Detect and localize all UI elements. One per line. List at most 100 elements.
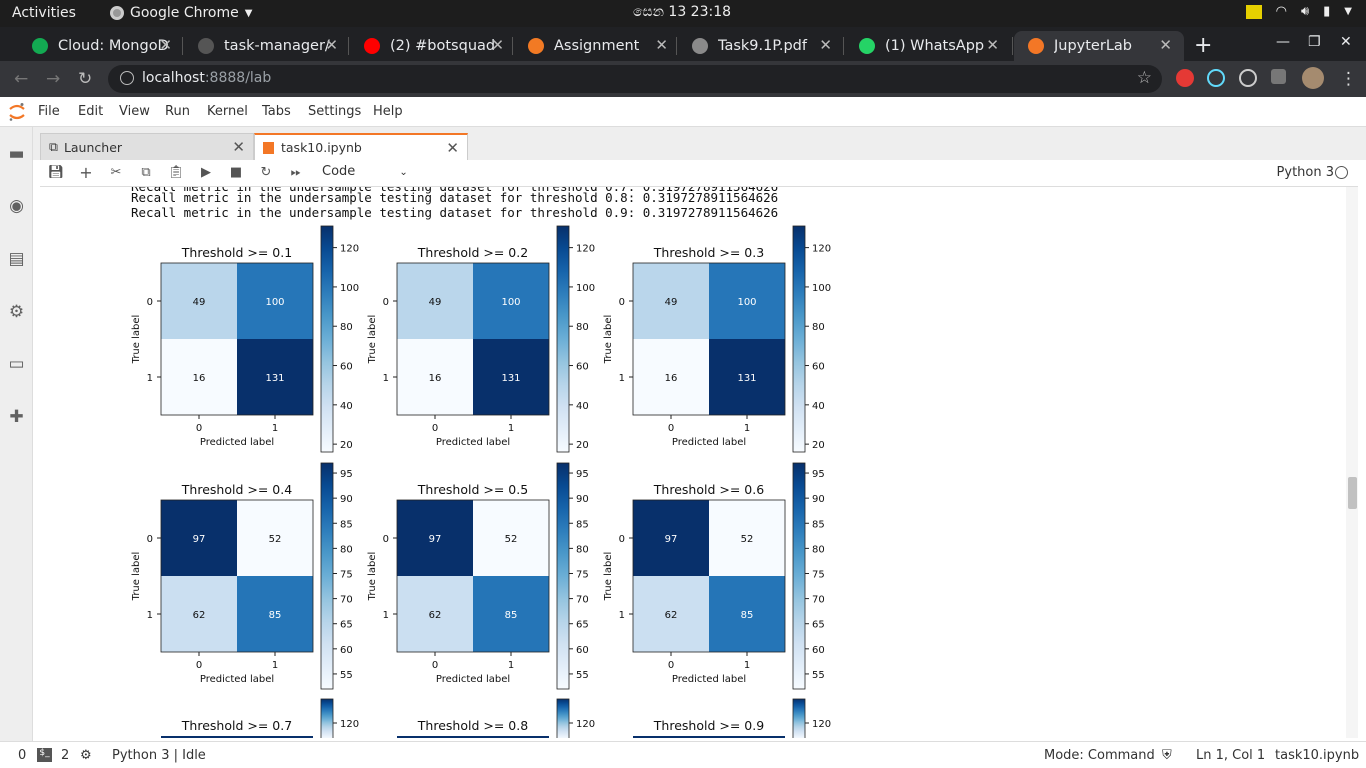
browser-tab[interactable]: Cloud: MongoD ✕ (18, 31, 184, 61)
menu-help[interactable]: Help (373, 104, 403, 119)
cell-value: 16 (193, 373, 206, 384)
close-tab-icon[interactable]: ✕ (325, 36, 338, 54)
cell-value: 131 (737, 373, 756, 384)
close-tab-icon[interactable]: ✕ (1159, 36, 1172, 54)
menu-file[interactable]: File (38, 104, 60, 119)
tab-favicon-icon (528, 38, 544, 54)
bookmark-star-icon[interactable]: ☆ (1137, 68, 1152, 88)
y-axis-label: True label (367, 552, 378, 602)
x-tick-label: 0 (196, 423, 202, 434)
colorbar-tick-label: 90 (576, 494, 589, 505)
menu-settings[interactable]: Settings (308, 104, 361, 119)
cursor-position[interactable]: Ln 1, Col 1 (1196, 748, 1265, 763)
menu-run[interactable]: Run (165, 104, 190, 119)
wifi-icon: ◠ (1275, 4, 1287, 19)
reload-button[interactable]: ↻ (78, 69, 92, 89)
settings-gear-icon[interactable]: ⚙ (7, 303, 26, 322)
menu-view[interactable]: View (119, 104, 150, 119)
colorbar-tick-label: 75 (576, 569, 589, 580)
close-window-button[interactable]: ✕ (1340, 34, 1352, 50)
run-icon[interactable]: ▶ (197, 164, 215, 182)
extension-manager-icon[interactable]: ✚ (7, 408, 26, 427)
profile-avatar[interactable] (1302, 67, 1324, 89)
colorbar-tick-label: 60 (812, 645, 825, 656)
chrome-menu-icon[interactable]: ⋮ (1340, 69, 1357, 89)
minimize-button[interactable]: — (1276, 34, 1290, 50)
run-all-icon[interactable]: ⏩︎ (287, 164, 305, 182)
menu-tabs[interactable]: Tabs (262, 104, 291, 119)
browser-tab[interactable]: Assignment ✕ (514, 31, 680, 61)
cell-value: 97 (429, 534, 442, 545)
mode-indicator[interactable]: Mode: Command (1044, 748, 1155, 763)
address-bar[interactable]: localhost:8888/lab ☆ (108, 65, 1162, 93)
paste-icon[interactable]: 📋︎ (167, 164, 185, 182)
browser-tab[interactable]: JupyterLab ✕ (1014, 31, 1184, 61)
browser-tab-label: Assignment (554, 38, 640, 54)
jupyter-document-tabs: ⧉ Launcher ✕ task10.ipynb ✕ (33, 127, 1366, 160)
plot-title: Threshold >= 0.3 (653, 245, 764, 260)
jupyter-left-sidebar: ▬ ◉ ▤ ⚙ ▭ ✚ (0, 127, 33, 741)
extension-record-icon[interactable] (1176, 69, 1194, 87)
colorbar-tick-label: 60 (576, 645, 589, 656)
close-tab-icon[interactable]: ✕ (986, 36, 999, 54)
y-axis-label: True label (367, 315, 378, 365)
clock[interactable]: සෙන 13 23:18 (633, 4, 731, 20)
extension-target-icon[interactable] (1239, 69, 1257, 87)
tab-favicon-icon (692, 38, 708, 54)
site-info-icon[interactable] (120, 71, 134, 85)
menu-edit[interactable]: Edit (78, 104, 103, 119)
scrollbar-thumb[interactable] (1348, 477, 1357, 509)
back-button[interactable]: ← (14, 69, 28, 89)
menu-kernel[interactable]: Kernel (207, 104, 248, 119)
kernel-count[interactable]: 0 (18, 748, 26, 763)
maximize-button[interactable]: ❐ (1308, 34, 1321, 50)
colorbar (320, 698, 334, 738)
terminal-count[interactable]: 2 (61, 748, 69, 763)
x-tick-label: 0 (668, 423, 674, 434)
browser-tab[interactable]: Task9.1P.pdf ✕ (678, 31, 844, 61)
new-tab-button[interactable]: + (1194, 33, 1212, 58)
tab-task10-notebook[interactable]: task10.ipynb ✕ (254, 133, 468, 160)
insert-cell-icon[interactable]: + (77, 164, 95, 182)
close-tab-icon[interactable]: ✕ (232, 138, 245, 156)
cell-value: 16 (429, 373, 442, 384)
plot-title: Threshold >= 0.4 (181, 482, 292, 497)
react-devtools-icon[interactable] (1207, 69, 1225, 87)
y-axis-label: True label (131, 552, 142, 602)
close-tab-icon[interactable]: ✕ (819, 36, 832, 54)
extensions-puzzle-icon[interactable] (1271, 69, 1286, 84)
colorbar-tick-label: 65 (812, 620, 825, 631)
cell-value: 85 (741, 610, 754, 621)
close-tab-icon[interactable]: ✕ (655, 36, 668, 54)
cell-type-select[interactable]: Code ⌄ (322, 164, 408, 179)
app-menu[interactable]: Google Chrome ▼ (110, 5, 252, 21)
close-tab-icon[interactable]: ✕ (446, 139, 459, 157)
chrome-icon (110, 6, 124, 20)
notebook-scrollbar[interactable] (1346, 187, 1358, 738)
command-palette-icon[interactable]: ▤ (7, 250, 26, 269)
colorbar-tick-label: 65 (340, 620, 353, 631)
file-browser-icon[interactable]: ▬ (7, 145, 26, 164)
colorbar (556, 225, 570, 453)
notes-icon[interactable] (1245, 4, 1262, 19)
tab-launcher[interactable]: ⧉ Launcher ✕ (40, 133, 254, 160)
browser-tab[interactable]: (2) #botsquad ✕ (350, 31, 516, 61)
close-tab-icon[interactable]: ✕ (491, 36, 504, 54)
browser-tab[interactable]: task-manager/✕ (184, 31, 350, 61)
kernel-status[interactable]: Python 3 | Idle (112, 748, 206, 763)
colorbar-tick-label: 80 (576, 544, 589, 555)
forward-button[interactable]: → (46, 69, 60, 89)
close-tab-icon[interactable]: ✕ (159, 36, 172, 54)
stop-icon[interactable]: ■ (227, 164, 245, 182)
open-tabs-icon[interactable]: ▭ (7, 355, 26, 374)
system-tray[interactable]: ◠ 🔊︎ ▮ ▼ (1245, 4, 1352, 19)
kernel-name[interactable]: Python 3 (1277, 165, 1334, 180)
save-icon[interactable]: 💾︎ (47, 164, 65, 182)
y-tick-label: 0 (619, 297, 625, 308)
browser-tab[interactable]: (1) WhatsApp ✕ (845, 31, 1011, 61)
cut-icon[interactable]: ✂ (107, 164, 125, 182)
restart-icon[interactable]: ↻ (257, 164, 275, 182)
activities-button[interactable]: Activities (12, 5, 76, 21)
running-kernels-icon[interactable]: ◉ (7, 197, 26, 216)
copy-icon[interactable]: ⧉ (137, 164, 155, 182)
